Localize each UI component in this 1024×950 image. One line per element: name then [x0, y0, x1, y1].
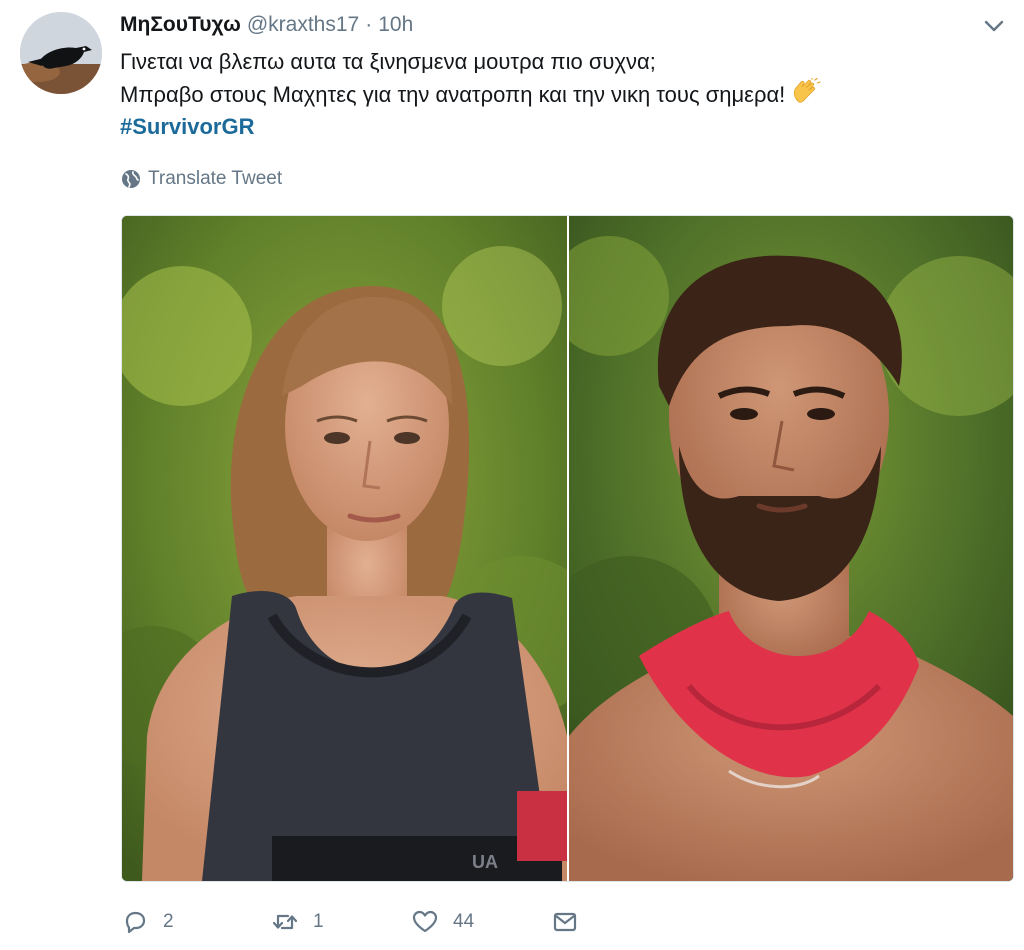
tweet-text-line-2: Μπραβο στους Μαχητες για την ανατροπη κα… — [120, 82, 786, 107]
hashtag-link[interactable]: #SurvivorGR — [120, 111, 1000, 143]
direct-message-button[interactable] — [551, 908, 579, 936]
translate-tweet-link[interactable]: Translate Tweet — [121, 166, 282, 192]
timestamp[interactable]: 10h — [378, 13, 413, 37]
clapping-hands-icon — [791, 76, 821, 106]
tweet-media[interactable]: UA — [121, 215, 1014, 882]
avatar[interactable] — [20, 12, 102, 94]
photo-woman-image: UA — [122, 216, 567, 881]
author-name[interactable]: ΜηΣουΤυχω — [120, 13, 241, 37]
photo-man-image — [569, 216, 1013, 881]
retweet-count: 1 — [313, 911, 324, 932]
shirt-brand-text: UA — [472, 852, 498, 872]
separator-dot: · — [365, 13, 373, 36]
reply-count: 2 — [163, 911, 174, 932]
tweet-actions: 2 1 44 — [121, 904, 579, 940]
globe-icon — [122, 170, 140, 188]
reply-button[interactable]: 2 — [121, 908, 271, 936]
retweet-button[interactable]: 1 — [271, 908, 411, 936]
translate-label: Translate Tweet — [148, 168, 283, 189]
tweet-text-line-2-wrap: Μπραβο στους Μαχητες για την ανατροπη κα… — [120, 76, 1000, 111]
envelope-icon — [553, 912, 577, 932]
photo-man[interactable] — [569, 216, 1013, 881]
like-count: 44 — [453, 911, 475, 932]
avatar-image-crow — [20, 12, 102, 94]
photo-woman[interactable]: UA — [122, 216, 569, 881]
tweet-header: ΜηΣουΤυχω @kraxths17 · 10h — [120, 10, 413, 40]
like-button[interactable]: 44 — [411, 908, 551, 936]
chevron-down-icon — [984, 20, 1004, 32]
retweet-icon — [272, 914, 298, 930]
author-handle[interactable]: @kraxths17 — [247, 13, 359, 37]
reply-icon — [125, 911, 146, 934]
tweet-text: Γινεται να βλεπω αυτα τα ξινησμενα μουτρ… — [120, 46, 1000, 143]
heart-icon — [412, 910, 438, 933]
tweet-options-button[interactable] — [982, 14, 1006, 38]
tweet-text-line-1: Γινεται να βλεπω αυτα τα ξινησμενα μουτρ… — [120, 49, 656, 74]
